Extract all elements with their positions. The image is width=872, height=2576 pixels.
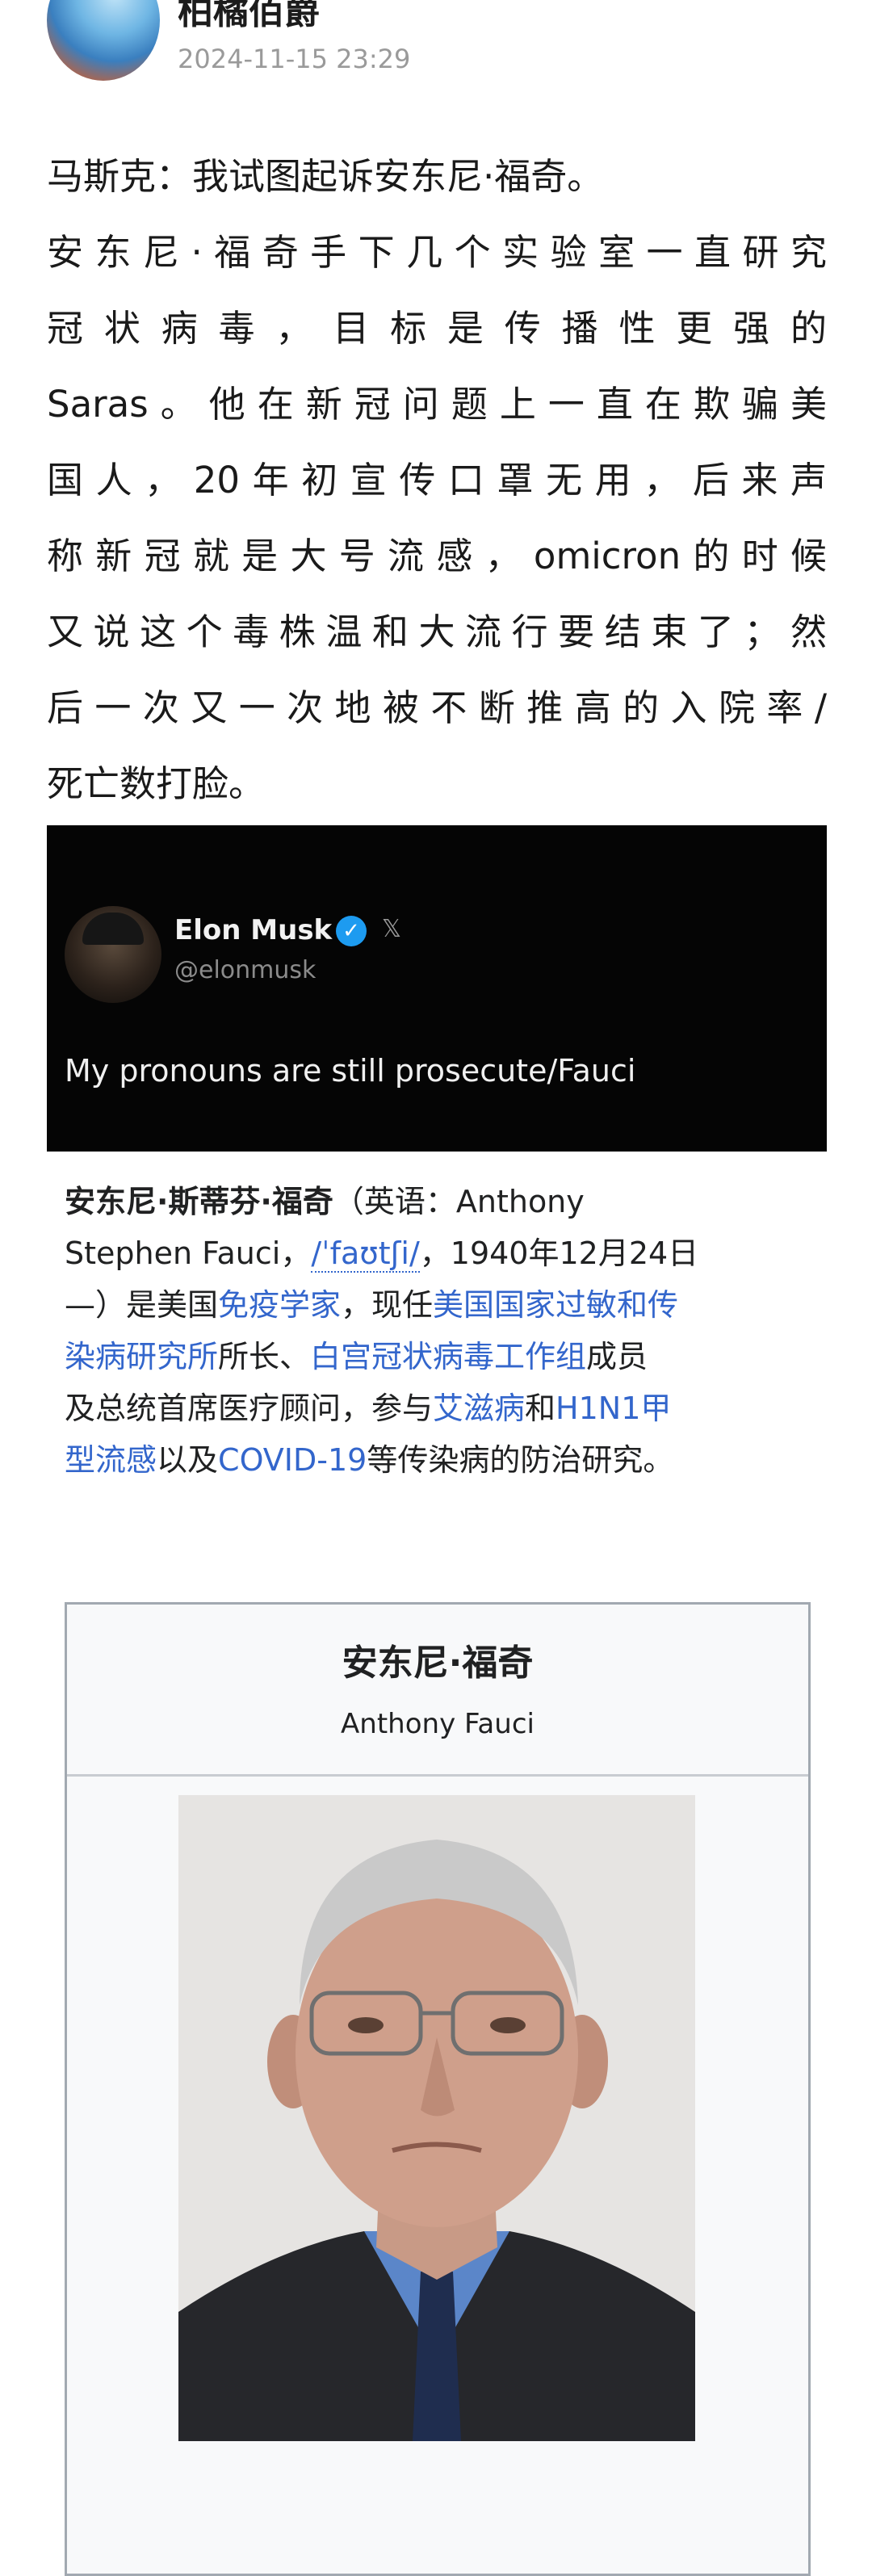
tweet-avatar	[65, 906, 161, 1003]
immunologist-link[interactable]: 免疫学家	[218, 1287, 341, 1323]
x-logo-icon: 𝕏	[381, 915, 402, 943]
niaid-link[interactable]: 美国国家过敏和传	[433, 1287, 678, 1323]
wiki-subject-name: 安东尼·斯蒂芬·福奇	[65, 1184, 333, 1219]
infobox-title: 安东尼·福奇	[342, 1643, 534, 1684]
wiki-line-2: Stephen Fauci，/ˈfaʊtʃi/，1940年12月24日	[65, 1227, 815, 1279]
wiki-text: ，1940年12月24日	[419, 1236, 699, 1271]
niaid-link[interactable]: 染病研究所	[65, 1339, 218, 1374]
tweet-text: My pronouns are still prosecute/Fauci	[65, 1053, 636, 1089]
portrait-photo[interactable]	[178, 1795, 695, 2441]
post-line: 又说这个毒株温和大流行要结束了；然	[47, 610, 827, 653]
h1n1-link[interactable]: H1N1甲	[555, 1391, 671, 1426]
tweet-screenshot[interactable]: Elon Musk ✓ 𝕏 @elonmusk My pronouns are …	[47, 825, 827, 1152]
aids-link[interactable]: 艾滋病	[433, 1391, 525, 1426]
post-line: 安东尼·福奇手下几个实验室一直研究	[47, 231, 827, 274]
ipa-link[interactable]: /ˈfaʊtʃi/	[311, 1236, 420, 1273]
wiki-line-3: —）是美国免疫学家，现任美国国家过敏和传	[65, 1279, 815, 1331]
wiki-text: Stephen Fauci，	[65, 1236, 312, 1271]
wiki-intro: 安东尼·斯蒂芬·福奇（英语：Anthony Stephen Fauci，/ˈfa…	[65, 1176, 815, 1486]
wiki-infobox: 安东尼·福奇 Anthony Fauci	[65, 1602, 811, 2576]
wiki-text: ，现任	[341, 1287, 434, 1323]
wiki-text: —）是美国	[65, 1287, 219, 1323]
tweet-author-name: Elon Musk	[174, 914, 333, 946]
h1n1-link[interactable]: 型流感	[65, 1442, 157, 1478]
wiki-text: （英语：Anthony	[333, 1184, 585, 1219]
tweet-handle: @elonmusk	[174, 956, 317, 984]
wiki-line-4: 染病研究所所长、白宫冠状病毒工作组成员	[65, 1331, 815, 1382]
post-line: 死亡数打脸。	[47, 762, 266, 805]
post-line: 称新冠就是大号流感，omicron的时候	[47, 535, 827, 577]
wiki-text: 所长、	[218, 1339, 311, 1374]
hat-shape	[82, 913, 144, 945]
infobox-header: 安东尼·福奇 Anthony Fauci	[67, 1605, 808, 1777]
wiki-text: 及总统首席医疗顾问，参与	[65, 1391, 434, 1426]
wiki-line-6: 型流感以及COVID-19等传染病的防治研究。	[65, 1434, 815, 1486]
post-line: 国人，20年初宣传口罩无用，后来声	[47, 459, 827, 501]
post-page: 柏橘佰爵 2024-11-15 23:29 马斯克：我试图起诉安东尼·福奇。 安…	[0, 0, 872, 2576]
portrait-illustration	[178, 1795, 695, 2441]
post-body: 马斯克：我试图起诉安东尼·福奇。 安东尼·福奇手下几个实验室一直研究 冠状病毒，…	[47, 139, 827, 822]
post-timestamp: 2024-11-15 23:29	[178, 44, 411, 74]
verified-badge-icon: ✓	[336, 916, 367, 946]
post-line: Saras。他在新冠问题上一直在欺骗美	[47, 383, 827, 426]
post-line: 马斯克：我试图起诉安东尼·福奇。	[47, 155, 604, 198]
wiki-text: 等传染病的防治研究。	[367, 1442, 674, 1478]
post-line: 后一次又一次地被不断推高的入院率/	[47, 686, 827, 729]
post-line: 冠状病毒，目标是传播性更强的	[47, 307, 827, 350]
wiki-line-5: 及总统首席医疗顾问，参与艾滋病和H1N1甲	[65, 1382, 815, 1434]
task-force-link[interactable]: 白宫冠状病毒工作组	[310, 1339, 586, 1374]
wiki-text: 成员	[586, 1339, 648, 1374]
wiki-line-1: 安东尼·斯蒂芬·福奇（英语：Anthony	[65, 1176, 815, 1227]
author-avatar[interactable]	[47, 0, 160, 81]
wiki-text: 以及	[157, 1442, 219, 1478]
infobox-subtitle: Anthony Fauci	[341, 1708, 535, 1740]
wiki-text: 和	[525, 1391, 556, 1426]
covid-link[interactable]: COVID-19	[218, 1442, 367, 1478]
author-name[interactable]: 柏橘佰爵	[178, 0, 320, 34]
